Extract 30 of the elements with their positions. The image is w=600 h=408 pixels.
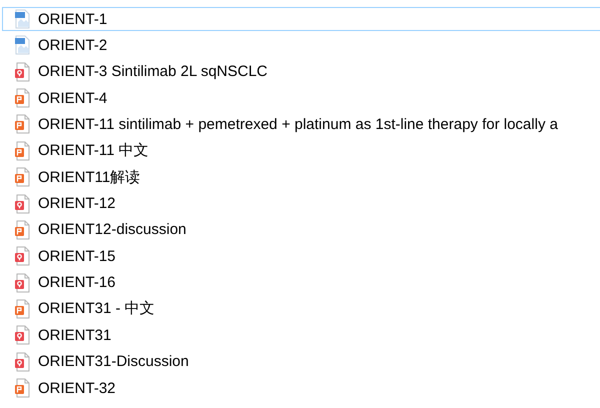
pdf-file-icon bbox=[14, 325, 30, 346]
file-item[interactable]: ORIENT-1 bbox=[2, 7, 600, 31]
file-item[interactable]: ORIENT31 bbox=[2, 323, 600, 348]
pdf-file-icon bbox=[14, 246, 30, 266]
file-item[interactable]: ORIENT-2 bbox=[2, 33, 600, 58]
file-item[interactable]: ORIENT31-Discussion bbox=[2, 350, 600, 374]
file-item[interactable]: ORIENT31 - 中文 bbox=[2, 296, 600, 321]
file-item[interactable]: ORIENT-32 bbox=[2, 376, 600, 400]
file-item[interactable]: ORIENT-11 sintilimab + pemetrexed + platinum as 1st-line therapy for locally a bbox=[2, 112, 600, 136]
file-item[interactable]: ORIENT12-discussion bbox=[2, 218, 600, 242]
pdf-file-icon bbox=[14, 352, 30, 372]
file-item[interactable]: ORIENT11解读 bbox=[2, 165, 600, 190]
file-item[interactable]: ORIENT-12 bbox=[2, 192, 600, 216]
file-item[interactable]: ORIENT-11 中文 bbox=[2, 138, 600, 163]
slides-file-icon bbox=[14, 220, 30, 240]
pdf-file-icon bbox=[14, 272, 30, 293]
slides-file-icon bbox=[14, 140, 30, 161]
file-item[interactable]: ORIENT-15 bbox=[2, 244, 600, 268]
slides-file-icon bbox=[14, 378, 30, 398]
slides-file-icon bbox=[14, 88, 30, 108]
pdf-file-icon bbox=[14, 62, 30, 82]
pdf-file-icon bbox=[14, 194, 30, 214]
slides-file-icon bbox=[14, 114, 30, 134]
image-file-icon bbox=[14, 9, 30, 29]
file-item[interactable]: ORIENT-16 bbox=[2, 270, 600, 295]
file-item[interactable]: ORIENT-3 Sintilimab 2L sqNSCLC bbox=[2, 60, 600, 84]
slides-file-icon bbox=[14, 167, 30, 188]
image-file-icon bbox=[14, 35, 30, 56]
file-item[interactable]: ORIENT-4 bbox=[2, 86, 600, 110]
slides-file-icon bbox=[14, 298, 30, 319]
